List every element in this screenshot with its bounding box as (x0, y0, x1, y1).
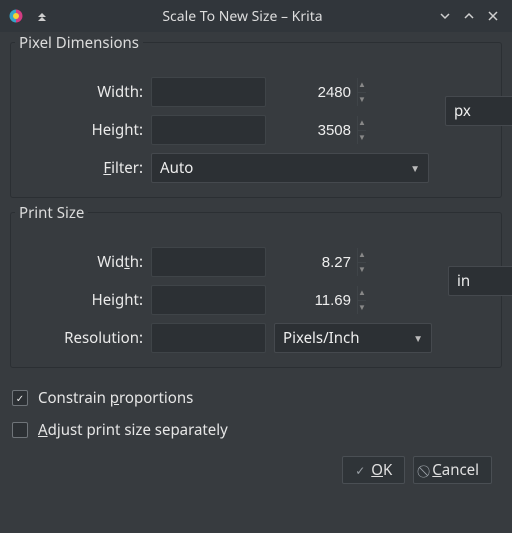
print-size-group: Print Size Width: ▲▼ Height: ▲▼ (10, 212, 502, 368)
spin-down-icon[interactable]: ▼ (357, 263, 366, 277)
spin-up-icon[interactable]: ▲ (357, 116, 366, 131)
print-size-title: Print Size (15, 203, 88, 223)
resolution-unit-combo[interactable]: Pixels/Inch ▼ (274, 323, 432, 353)
check-icon: ✓ (16, 391, 24, 405)
pixel-height-input[interactable] (152, 116, 357, 144)
adjust-checkbox[interactable] (12, 422, 28, 438)
minimize-button[interactable] (434, 5, 456, 27)
resolution-spinner[interactable]: ▲▼ (151, 323, 266, 353)
titlebar-more-icon[interactable] (31, 5, 53, 27)
pixel-width-label: Width: (21, 82, 151, 102)
constrain-label: Constrain proportions (38, 388, 193, 408)
app-icon (8, 8, 24, 24)
window-title: Scale To New Size – Krita (53, 7, 432, 26)
pixel-height-label: Height: (21, 120, 151, 140)
filter-label: Filter: (21, 158, 151, 178)
pixel-dimensions-group: Pixel Dimensions Width: ▲▼ Height: ▲▼ (10, 42, 502, 198)
filter-value: Auto (160, 158, 193, 178)
print-width-input[interactable] (152, 248, 357, 276)
filter-combo[interactable]: Auto ▼ (151, 153, 429, 183)
pixel-dimensions-title: Pixel Dimensions (15, 33, 143, 53)
spin-down-icon[interactable]: ▼ (357, 93, 366, 107)
ok-label: OK (371, 460, 392, 480)
cancel-label: Cancel (432, 460, 479, 480)
constrain-checkbox[interactable]: ✓ (12, 390, 28, 406)
title-bar: Scale To New Size – Krita (0, 0, 512, 32)
spin-down-icon[interactable]: ▼ (357, 131, 366, 145)
adjust-print-size-checkbox-row[interactable]: Adjust print size separately (10, 414, 502, 446)
maximize-button[interactable] (458, 5, 480, 27)
cancel-button[interactable]: ⃠ Cancel (413, 456, 492, 484)
print-width-spinner[interactable]: ▲▼ (151, 247, 266, 277)
pixel-width-input[interactable] (152, 78, 357, 106)
print-unit-value: in (457, 271, 470, 291)
spin-down-icon[interactable]: ▼ (357, 301, 366, 315)
pixel-height-spinner[interactable]: ▲▼ (151, 115, 266, 145)
print-height-spinner[interactable]: ▲▼ (151, 285, 266, 315)
close-button[interactable] (482, 5, 504, 27)
print-height-label: Height: (21, 290, 151, 310)
pixel-unit-value: px (454, 101, 471, 121)
adjust-label: Adjust print size separately (38, 420, 228, 440)
pixel-unit-combo[interactable]: px ▼ (445, 96, 512, 126)
constrain-proportions-checkbox-row[interactable]: ✓ Constrain proportions (10, 382, 502, 414)
resolution-label: Resolution: (21, 328, 151, 348)
spin-up-icon[interactable]: ▲ (357, 286, 366, 301)
chevron-down-icon: ▼ (410, 161, 420, 175)
print-height-input[interactable] (152, 286, 357, 314)
resolution-unit-value: Pixels/Inch (283, 328, 360, 348)
ok-icon: ✓ (355, 462, 365, 479)
pixel-width-spinner[interactable]: ▲▼ (151, 77, 266, 107)
print-unit-combo[interactable]: in ▼ (448, 266, 512, 296)
spin-up-icon[interactable]: ▲ (357, 78, 366, 93)
ok-button[interactable]: ✓ OK (342, 456, 405, 484)
spin-up-icon[interactable]: ▲ (357, 248, 366, 263)
print-width-label: Width: (21, 252, 151, 272)
chevron-down-icon: ▼ (413, 331, 423, 345)
